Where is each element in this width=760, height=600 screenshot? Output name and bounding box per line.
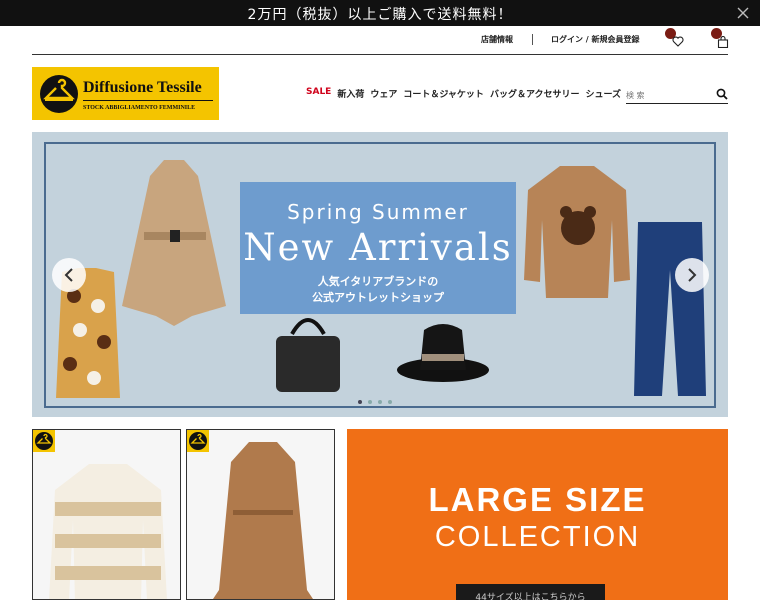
utility-bar: 店舗情報 ログイン / 新規会員登録 [32, 26, 729, 55]
search-icon[interactable] [716, 88, 728, 100]
search-input[interactable] [626, 88, 710, 102]
nav-sale[interactable]: SALE [306, 87, 331, 101]
hat-image [397, 324, 489, 382]
nav-new-arrivals[interactable]: 新入荷 [337, 87, 364, 101]
search-box [626, 86, 728, 104]
hanger-badge-icon [33, 430, 55, 452]
hanger-badge-icon [187, 430, 209, 452]
cart-button[interactable] [711, 28, 733, 50]
hero-carousel[interactable]: Spring Summer New Arrivals 人気イタリアブランドの 公… [32, 132, 728, 417]
bag-icon [717, 36, 729, 48]
login-register-link[interactable]: ログイン / 新規会員登録 [551, 34, 640, 45]
carousel-prev-button[interactable] [52, 258, 86, 292]
close-icon[interactable] [736, 6, 750, 20]
nav-bags-accessories[interactable]: バッグ＆アクセサリー [490, 87, 580, 101]
store-info-link[interactable]: 店舗情報 [481, 34, 513, 45]
tote-bag-image [276, 318, 340, 392]
nav-wear[interactable]: ウェア [370, 87, 397, 101]
logo-rule [83, 100, 213, 101]
large-size-link-button[interactable]: 44サイズ以上はこちらから [456, 584, 605, 600]
hero-new-arrivals-title: New Arrivals [243, 226, 513, 269]
hero-subtitle-2: 公式アウトレットショップ [312, 291, 444, 304]
heart-icon [672, 36, 684, 47]
favorites-button[interactable] [665, 28, 687, 50]
jeans-image [634, 222, 706, 396]
promo-title: LARGE SIZE [428, 481, 647, 518]
carousel-dot[interactable] [358, 400, 362, 404]
hero-text-panel: Spring Summer New Arrivals 人気イタリアブランドの 公… [240, 182, 516, 314]
carousel-dot[interactable] [378, 400, 382, 404]
carousel-dot[interactable] [368, 400, 372, 404]
large-size-promo-banner[interactable]: LARGE SIZE COLLECTION 44サイズ以上はこちらから [347, 429, 728, 600]
hanger-logo-icon [40, 75, 78, 113]
knit-sweater-card[interactable] [32, 429, 181, 600]
main-nav: SALE 新入荷 ウェア コート＆ジャケット バッグ＆アクセサリー シューズ [306, 87, 621, 101]
announcement-bar: 2万円（税抜）以上ご購入で送料無料！ [0, 0, 760, 26]
free-shipping-message: 2万円（税抜）以上ご購入で送料無料！ [247, 7, 513, 23]
site-logo[interactable]: Diffusione Tessile STOCK ABBIGLIAMENTO F… [32, 67, 219, 120]
chevron-left-icon [64, 268, 73, 282]
divider [532, 34, 533, 45]
camel-dress-image [213, 442, 313, 599]
hero-season-title: Spring Summer [287, 200, 469, 224]
brand-name: Diffusione Tessile [83, 79, 202, 96]
promo-subtitle: COLLECTION [434, 521, 641, 553]
dress-card[interactable] [186, 429, 335, 600]
chevron-right-icon [688, 268, 697, 282]
hero-subtitle-1: 人気イタリアブランドの [317, 275, 439, 288]
striped-sweater-image [49, 464, 167, 599]
carousel-dot[interactable] [388, 400, 392, 404]
nav-coats-jackets[interactable]: コート＆ジャケット [403, 87, 484, 101]
carousel-indicators [358, 400, 392, 404]
nav-shoes[interactable]: シューズ [586, 87, 622, 101]
carousel-next-button[interactable] [675, 258, 709, 292]
brand-tagline: STOCK ABBIGLIAMENTO FEMMINILE [83, 105, 196, 111]
